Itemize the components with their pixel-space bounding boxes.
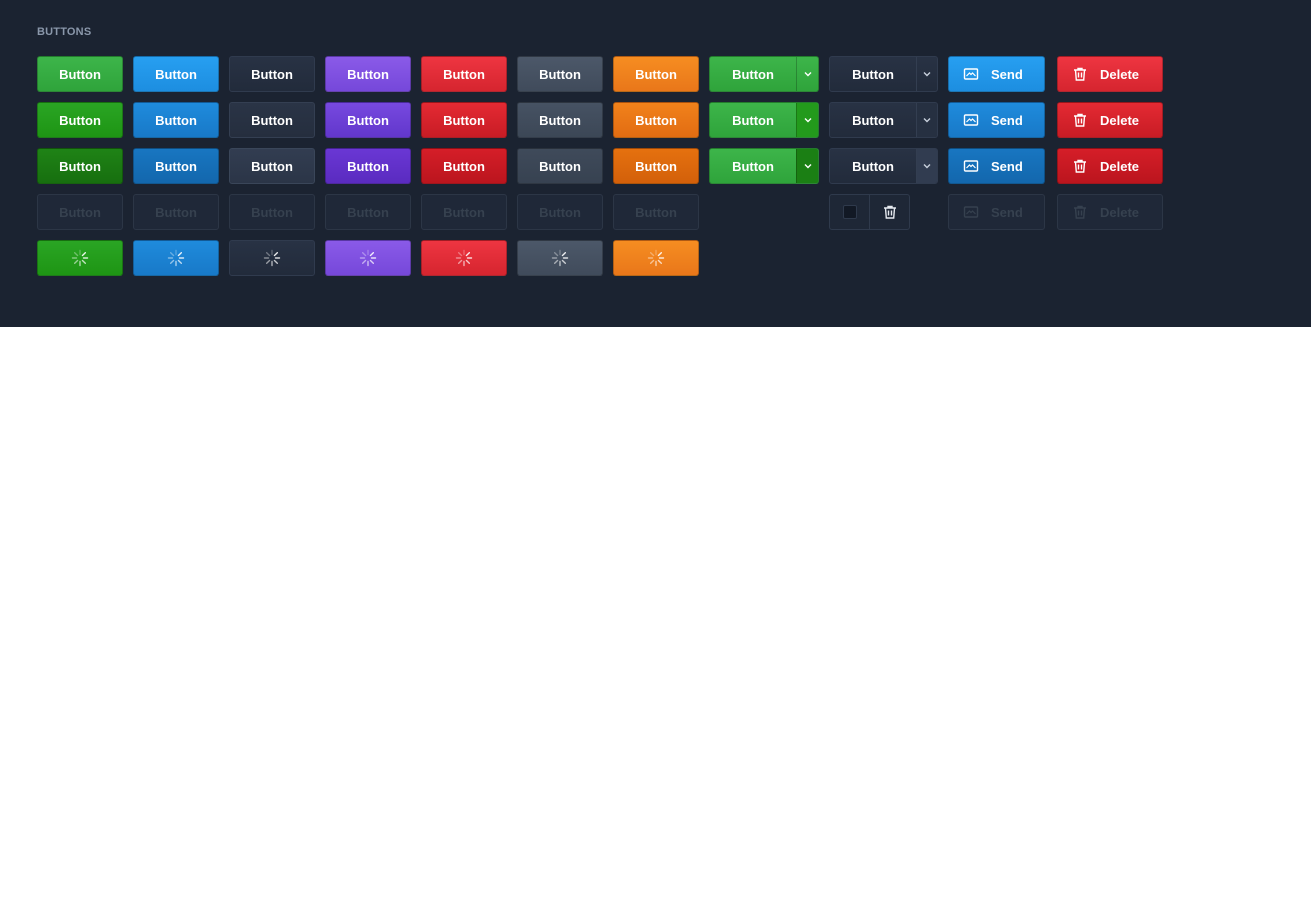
chevron-down-icon (804, 118, 811, 123)
green-button-hover[interactable]: Button (37, 102, 123, 138)
orange-button[interactable]: Button (613, 56, 699, 92)
trash-icon (1072, 204, 1088, 220)
delete-button-hover[interactable]: Delete (1057, 102, 1163, 138)
purple-button-disabled: Button (325, 194, 411, 230)
dark-button-loading[interactable] (229, 240, 315, 276)
dark-button-disabled: Button (229, 194, 315, 230)
envelope-icon (963, 112, 979, 128)
red-button[interactable]: Button (421, 56, 507, 92)
orange-button-hover[interactable]: Button (613, 102, 699, 138)
spinner-icon (647, 249, 665, 267)
spinner-icon (359, 249, 377, 267)
blue-button[interactable]: Button (133, 56, 219, 92)
send-label: Send (991, 158, 1023, 174)
split-button-main[interactable]: Button (830, 149, 916, 183)
blue-button-disabled: Button (133, 194, 219, 230)
spinner-icon (263, 249, 281, 267)
blue-button-active[interactable]: Button (133, 148, 219, 184)
orange-button-active[interactable]: Button (613, 148, 699, 184)
delete-label: Delete (1100, 204, 1140, 220)
spinner-icon (71, 249, 89, 267)
dark-split-button-active: Button (829, 148, 938, 184)
green-button-active[interactable]: Button (37, 148, 123, 184)
slate-button-disabled: Button (517, 194, 603, 230)
chevron-down-icon (804, 72, 811, 77)
trash-icon (883, 205, 896, 219)
dark-button-hover[interactable]: Button (229, 102, 315, 138)
checkbox-delete-group (829, 194, 910, 230)
purple-button[interactable]: Button (325, 56, 411, 92)
red-button-disabled: Button (421, 194, 507, 230)
dark-button-active[interactable]: Button (229, 148, 315, 184)
purple-button-active[interactable]: Button (325, 148, 411, 184)
envelope-icon (963, 158, 979, 174)
green-button-loading[interactable] (37, 240, 123, 276)
red-button-loading[interactable] (421, 240, 507, 276)
send-button-active[interactable]: Send (948, 148, 1045, 184)
select-checkbox[interactable] (842, 205, 857, 219)
chevron-down-icon (923, 72, 931, 77)
slate-button-active[interactable]: Button (517, 148, 603, 184)
spinner-icon (167, 249, 185, 267)
blue-button-hover[interactable]: Button (133, 102, 219, 138)
split-button-main[interactable]: Button (710, 57, 796, 91)
send-label: Send (991, 204, 1023, 220)
split-button-caret[interactable] (796, 149, 818, 183)
delete-button-disabled: Delete (1057, 194, 1163, 230)
send-button-disabled: Send (948, 194, 1045, 230)
send-button[interactable]: Send (948, 56, 1045, 92)
split-button-main[interactable]: Button (710, 103, 796, 137)
send-label: Send (991, 112, 1023, 128)
green-split-button: Button (709, 56, 819, 92)
green-button-disabled: Button (37, 194, 123, 230)
split-button-caret[interactable] (916, 57, 937, 91)
split-button-caret[interactable] (796, 103, 818, 137)
delete-button-active[interactable]: Delete (1057, 148, 1163, 184)
trash-icon (1072, 112, 1088, 128)
green-button[interactable]: Button (37, 56, 123, 92)
purple-button-loading[interactable] (325, 240, 411, 276)
chevron-down-icon (923, 118, 931, 123)
trash-icon (1072, 66, 1088, 82)
delete-label: Delete (1100, 66, 1140, 82)
purple-button-hover[interactable]: Button (325, 102, 411, 138)
split-button-caret[interactable] (916, 103, 937, 137)
green-split-button-active: Button (709, 148, 819, 184)
split-button-caret[interactable] (916, 149, 937, 183)
send-label: Send (991, 66, 1023, 82)
trash-icon-button[interactable] (869, 195, 909, 229)
trash-icon (1072, 158, 1088, 174)
red-button-active[interactable]: Button (421, 148, 507, 184)
split-button-main[interactable]: Button (710, 149, 796, 183)
buttons-panel: BUTTONS Button Button Button Button Butt… (0, 0, 1311, 327)
select-checkbox-cell[interactable] (830, 195, 869, 229)
split-button-main[interactable]: Button (830, 103, 916, 137)
split-button-caret[interactable] (796, 57, 818, 91)
slate-button-loading[interactable] (517, 240, 603, 276)
slate-button-hover[interactable]: Button (517, 102, 603, 138)
split-button-main[interactable]: Button (830, 57, 916, 91)
orange-button-loading[interactable] (613, 240, 699, 276)
chevron-down-icon (804, 164, 811, 169)
red-button-hover[interactable]: Button (421, 102, 507, 138)
blue-button-loading[interactable] (133, 240, 219, 276)
chevron-down-icon (923, 164, 931, 169)
dark-split-button-hover: Button (829, 102, 938, 138)
delete-label: Delete (1100, 112, 1140, 128)
section-title: BUTTONS (37, 26, 92, 38)
envelope-icon (963, 204, 979, 220)
envelope-icon (963, 66, 979, 82)
send-button-hover[interactable]: Send (948, 102, 1045, 138)
delete-label: Delete (1100, 158, 1140, 174)
green-split-button-hover: Button (709, 102, 819, 138)
spinner-icon (551, 249, 569, 267)
delete-button[interactable]: Delete (1057, 56, 1163, 92)
dark-button[interactable]: Button (229, 56, 315, 92)
dark-split-button: Button (829, 56, 938, 92)
slate-button[interactable]: Button (517, 56, 603, 92)
spinner-icon (455, 249, 473, 267)
orange-button-disabled: Button (613, 194, 699, 230)
